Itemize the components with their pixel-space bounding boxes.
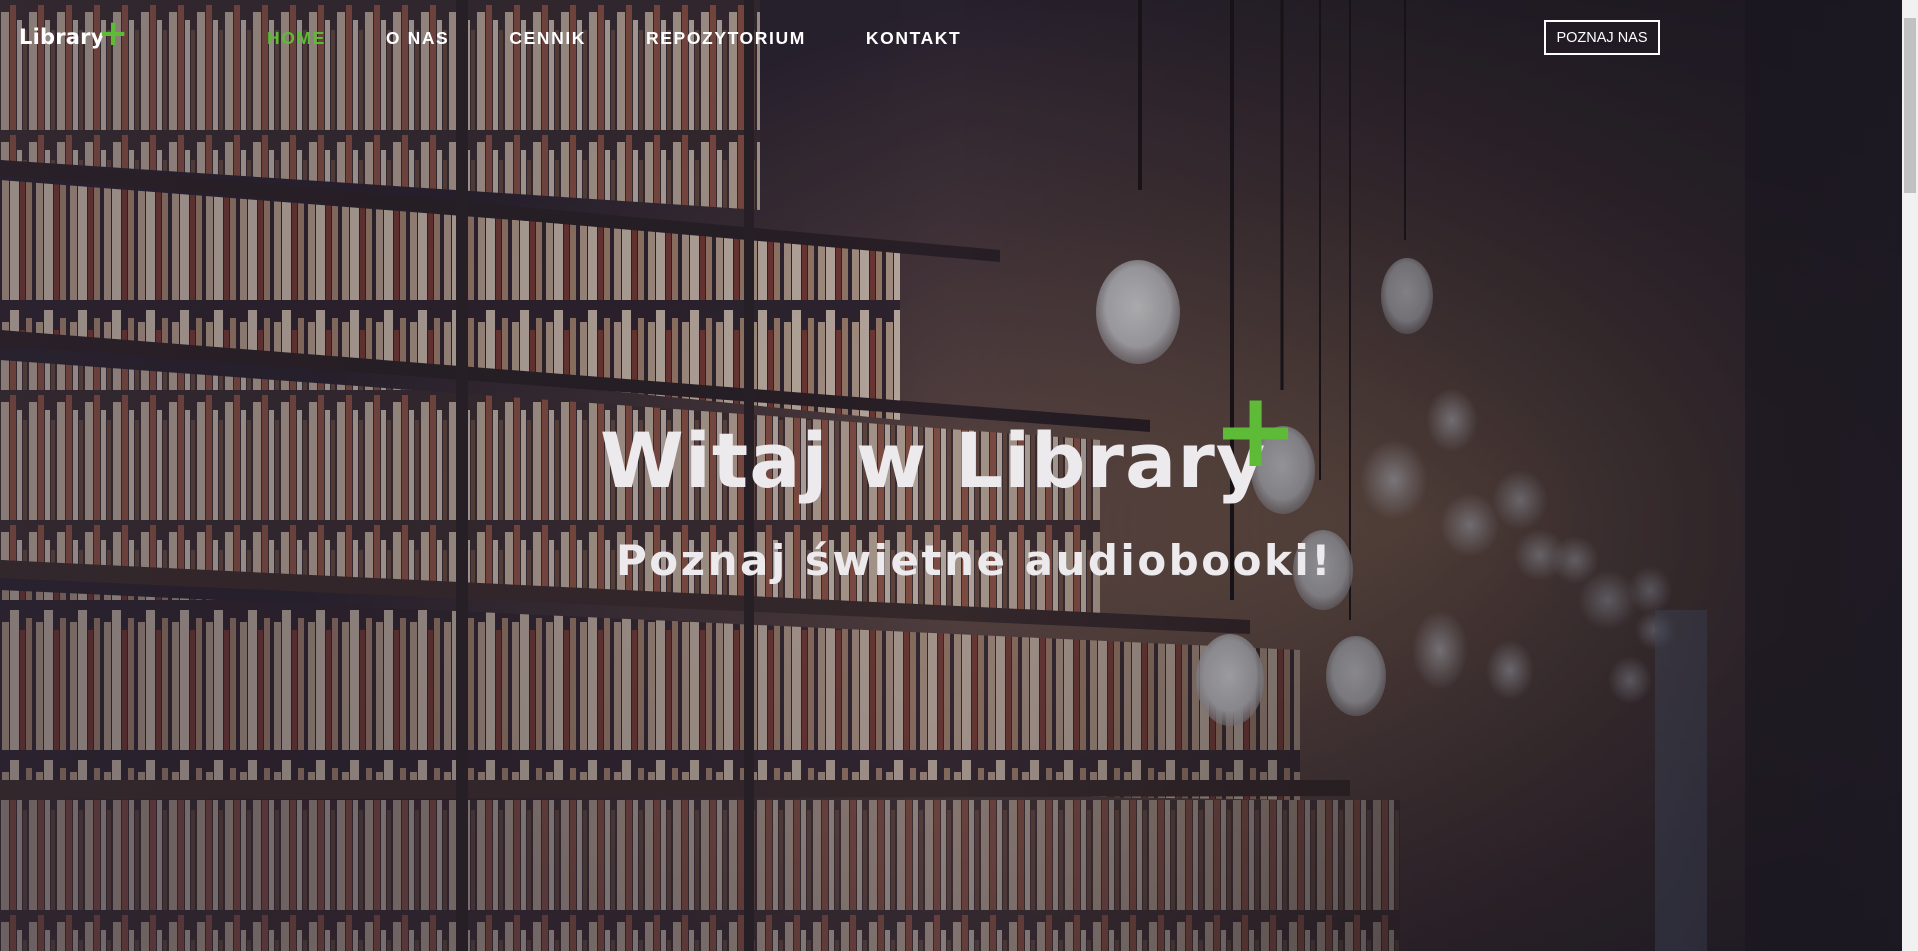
page: Library + HOME O NAS CENNIK REPOZYTORIUM…	[0, 0, 1902, 951]
nav-item-home[interactable]: HOME	[267, 28, 326, 49]
hero-plus-icon: +	[1212, 369, 1300, 491]
logo-plus-icon: +	[98, 13, 129, 54]
nav-item-cennik[interactable]: CENNIK	[509, 28, 586, 49]
main-menu: HOME O NAS CENNIK REPOZYTORIUM KONTAKT	[267, 28, 1021, 49]
logo-link[interactable]: Library +	[19, 16, 128, 52]
scrollbar-thumb[interactable]	[1904, 18, 1916, 193]
page-scrollbar[interactable]	[1902, 0, 1918, 951]
poznaj-nas-button[interactable]: POZNAJ NAS	[1544, 20, 1660, 55]
hero-subtitle: Poznaj świetne audiobooki!	[616, 536, 1333, 585]
nav-item-o-nas[interactable]: O NAS	[386, 28, 449, 49]
hero-title: Witaj w Library	[600, 416, 1267, 505]
top-navbar: Library + HOME O NAS CENNIK REPOZYTORIUM…	[0, 0, 1902, 78]
nav-item-kontakt[interactable]: KONTAKT	[866, 28, 961, 49]
nav-item-repozytorium[interactable]: REPOZYTORIUM	[646, 28, 806, 49]
logo-text: Library	[19, 25, 105, 49]
